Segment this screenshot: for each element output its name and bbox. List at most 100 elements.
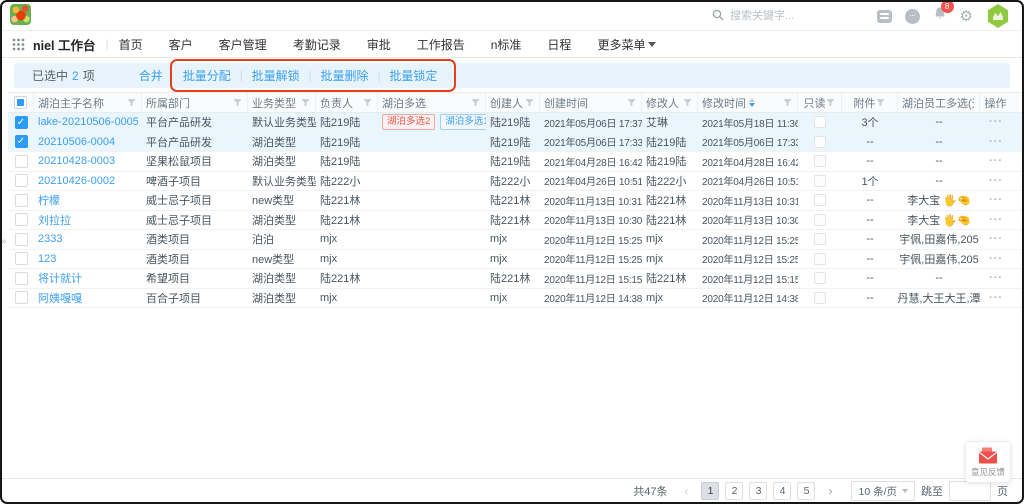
row-actions-button[interactable]: ··· xyxy=(989,292,1003,304)
page-button-3[interactable]: 3 xyxy=(749,482,767,500)
nav-item-6[interactable]: n标准 xyxy=(491,36,522,53)
expand-sidebar-icon[interactable]: » xyxy=(1,236,7,247)
filter-icon[interactable] xyxy=(683,98,692,107)
column-header-readonly[interactable]: 只读 xyxy=(798,93,842,112)
filter-icon[interactable] xyxy=(783,98,792,107)
record-link[interactable]: 20210506-0004 xyxy=(38,136,115,148)
page-button-2[interactable]: 2 xyxy=(725,482,743,500)
filter-icon[interactable] xyxy=(363,98,372,107)
nav-item-0[interactable]: 首页 xyxy=(119,36,143,53)
merge-button[interactable]: 合并 xyxy=(139,67,163,84)
batch-button-1[interactable]: 批量解锁 xyxy=(252,67,300,84)
row-actions-button[interactable]: ··· xyxy=(989,272,1003,284)
column-header-tags[interactable]: 湖泊多选 xyxy=(378,93,486,112)
record-link[interactable]: 柠檬 xyxy=(38,192,60,208)
record-link[interactable]: 阿姨嘎嘎 xyxy=(38,290,82,306)
record-link[interactable]: 2333 xyxy=(38,233,62,245)
record-link[interactable]: 将计就计 xyxy=(38,270,82,286)
filter-icon[interactable] xyxy=(627,98,636,107)
nav-item-7[interactable]: 日程 xyxy=(547,36,571,53)
row-checkbox[interactable] xyxy=(15,233,28,246)
column-header-name[interactable]: 湖泊主子名称 xyxy=(34,93,142,112)
filter-icon[interactable] xyxy=(876,98,885,107)
message-icon[interactable] xyxy=(905,9,920,24)
row-checkbox[interactable] xyxy=(15,116,28,129)
record-link[interactable]: lake-20210506-0005 xyxy=(38,116,138,128)
page-size-select[interactable]: 10 条/页 xyxy=(851,481,915,501)
filter-icon[interactable] xyxy=(471,98,480,107)
table-row-3[interactable]: 20210426-0002啤酒子项目默认业务类型陆222小陆222小2021年0… xyxy=(8,172,1024,192)
table-row-0[interactable]: lake-20210506-0005平台产品研发默认业务类型陆219陆湖泊多选2… xyxy=(8,113,1024,133)
nav-item-3[interactable]: 考勤记录 xyxy=(293,36,341,53)
filter-icon[interactable] xyxy=(525,98,534,107)
row-actions-button[interactable]: ··· xyxy=(989,253,1003,265)
page-button-4[interactable]: 4 xyxy=(773,482,791,500)
filter-icon[interactable] xyxy=(301,98,310,107)
record-link[interactable]: 20210428-0003 xyxy=(38,155,115,167)
row-checkbox[interactable] xyxy=(15,155,28,168)
notifications-button[interactable]: 8 xyxy=(933,6,947,26)
record-link[interactable]: 刘拉拉 xyxy=(38,212,71,228)
column-header-mtime[interactable]: 修改时间 xyxy=(698,93,798,112)
select-all-checkbox[interactable] xyxy=(14,96,27,109)
record-link[interactable]: 20210426-0002 xyxy=(38,175,115,187)
filter-icon[interactable] xyxy=(826,98,835,107)
nav-item-1[interactable]: 客户 xyxy=(169,36,193,53)
row-checkbox[interactable] xyxy=(15,135,28,148)
table-row-1[interactable]: 20210506-0004平台产品研发湖泊类型陆219陆陆219陆2021年05… xyxy=(8,133,1024,153)
filter-icon[interactable] xyxy=(233,98,242,107)
column-header-modifier[interactable]: 修改人 xyxy=(642,93,698,112)
batch-button-2[interactable]: 批量删除 xyxy=(320,67,368,84)
workspace-title[interactable]: niel 工作台 xyxy=(33,35,96,54)
app-grid-icon[interactable] xyxy=(12,38,25,51)
nav-item-4[interactable]: 审批 xyxy=(367,36,391,53)
column-header-dept[interactable]: 所属部门 xyxy=(142,93,248,112)
row-actions-button[interactable]: ··· xyxy=(989,136,1003,148)
table-row-7[interactable]: 123酒类项目new类型mjxmjx2020年11月12日 15:25mjx20… xyxy=(8,250,1024,270)
filter-icon[interactable] xyxy=(127,98,136,107)
global-search[interactable]: 搜索关键字... xyxy=(712,7,794,23)
avatar[interactable] xyxy=(986,4,1010,28)
row-actions-button[interactable]: ··· xyxy=(989,214,1003,226)
table-row-2[interactable]: 20210428-0003坚果松鼠项目湖泊类型陆219陆陆219陆2021年04… xyxy=(8,152,1024,172)
gear-icon[interactable]: ⚙ xyxy=(960,9,973,24)
cell-tags xyxy=(378,269,486,288)
prev-page-button[interactable]: ‹ xyxy=(677,482,695,500)
row-actions-button[interactable]: ··· xyxy=(989,194,1003,206)
table-row-4[interactable]: 柠檬威士忌子项目new类型陆221林陆221林2020年11月13日 10:31… xyxy=(8,191,1024,211)
column-header-owner[interactable]: 负责人 xyxy=(316,93,378,112)
notebook-icon[interactable] xyxy=(877,10,892,23)
row-checkbox[interactable] xyxy=(15,213,28,226)
table-row-8[interactable]: 将计就计希望项目湖泊类型陆221林陆221林2020年11月12日 15:15陆… xyxy=(8,269,1024,289)
row-checkbox[interactable] xyxy=(15,291,28,304)
table-row-5[interactable]: 刘拉拉威士忌子项目湖泊类型陆221林陆221林2020年11月13日 10:30… xyxy=(8,211,1024,231)
row-checkbox[interactable] xyxy=(15,174,28,187)
sort-icon[interactable] xyxy=(749,98,755,107)
row-checkbox[interactable] xyxy=(15,252,28,265)
column-header-creator[interactable]: 创建人 xyxy=(486,93,540,112)
column-header-type[interactable]: 业务类型 xyxy=(248,93,316,112)
more-menu-button[interactable]: 更多菜单 xyxy=(597,36,656,53)
page-button-1[interactable]: 1 xyxy=(701,482,719,500)
row-checkbox[interactable] xyxy=(15,194,28,207)
batch-button-3[interactable]: 批量锁定 xyxy=(389,67,437,84)
feedback-button[interactable]: 意见反馈 xyxy=(965,441,1011,483)
row-actions-button[interactable]: ··· xyxy=(989,233,1003,245)
table-row-9[interactable]: 阿姨嘎嘎百合子项目湖泊类型mjxmjx2020年11月12日 14:38mjx2… xyxy=(8,289,1024,309)
app-logo[interactable] xyxy=(10,4,31,25)
record-link[interactable]: 123 xyxy=(38,253,56,265)
row-actions-button[interactable]: ··· xyxy=(989,175,1003,187)
row-actions-button[interactable]: ··· xyxy=(989,116,1003,128)
page-button-5[interactable]: 5 xyxy=(797,482,815,500)
jump-page-input[interactable] xyxy=(949,481,991,501)
column-header-attach[interactable]: 附件 xyxy=(842,93,898,112)
column-header-check[interactable] xyxy=(8,93,34,112)
column-header-ctime[interactable]: 创建时间 xyxy=(540,93,642,112)
row-actions-button[interactable]: ··· xyxy=(989,155,1003,167)
table-row-6[interactable]: 2333酒类项目泊泊mjxmjx2020年11月12日 15:25mjx2020… xyxy=(8,230,1024,250)
next-page-button[interactable]: › xyxy=(821,482,839,500)
nav-item-2[interactable]: 客户管理 xyxy=(219,36,267,53)
batch-button-0[interactable]: 批量分配 xyxy=(183,67,231,84)
nav-item-5[interactable]: 工作报告 xyxy=(417,36,465,53)
row-checkbox[interactable] xyxy=(15,272,28,285)
